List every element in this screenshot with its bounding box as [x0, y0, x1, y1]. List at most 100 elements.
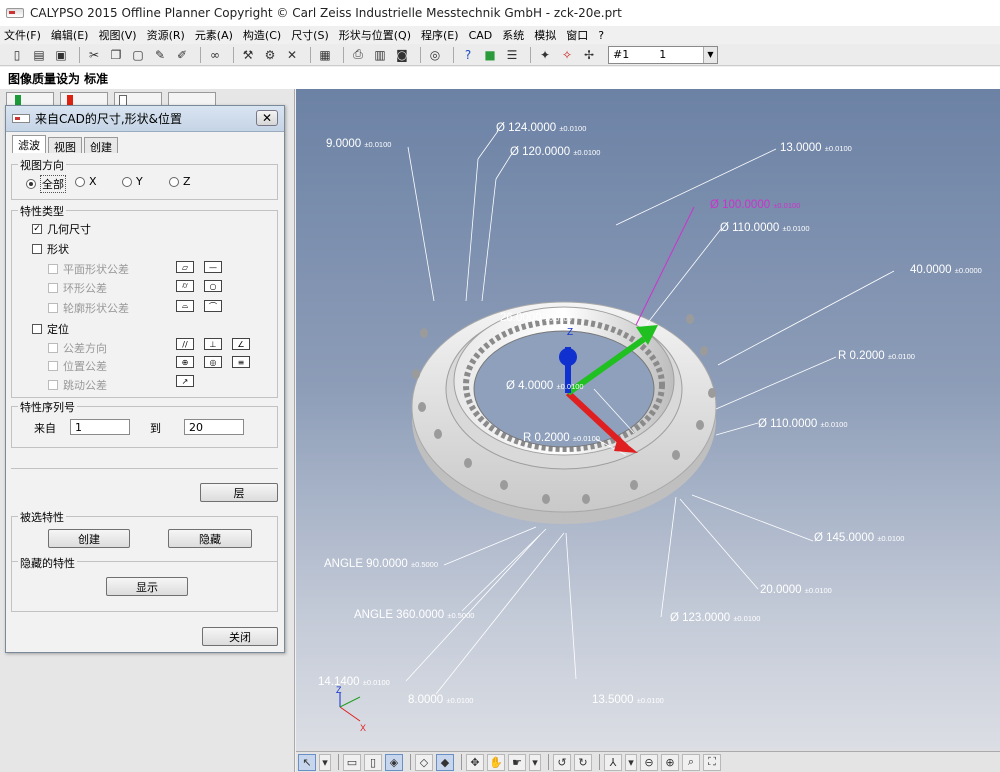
checkbox[interactable]	[48, 343, 58, 353]
radio-all[interactable]: 全部	[26, 175, 66, 193]
check-runout-tol[interactable]: 跳动公差	[48, 377, 107, 393]
checkbox[interactable]	[48, 283, 58, 293]
radio-x[interactable]: X	[75, 175, 97, 188]
help-icon[interactable]: ?	[459, 46, 477, 64]
zoom-fit-icon[interactable]: ⛶	[703, 753, 721, 771]
show-button[interactable]: 显示	[106, 577, 188, 596]
menu-cad[interactable]: CAD	[469, 29, 493, 42]
wrench-b-icon[interactable]: ⚙	[261, 46, 279, 64]
wrench-a-icon[interactable]: ⚒	[239, 46, 257, 64]
layer-button[interactable]: 层	[200, 483, 278, 502]
camera-icon[interactable]: ◙	[393, 46, 411, 64]
checkbox[interactable]	[32, 244, 42, 254]
checkbox[interactable]	[32, 324, 42, 334]
view-front-icon[interactable]: ▭	[343, 753, 361, 771]
chevron-down-icon[interactable]: ▾	[319, 753, 331, 771]
list-icon[interactable]: ☰	[503, 46, 521, 64]
menu-resources[interactable]: 资源(R)	[147, 27, 185, 43]
rotate-right-icon[interactable]: ↻	[574, 753, 592, 771]
menu-system[interactable]: 系统	[502, 27, 524, 43]
dim-label-0: 9.0000 ±0.0100	[326, 138, 391, 150]
check-shape[interactable]: 形状	[32, 241, 69, 257]
chevron-down-icon[interactable]: ▼	[703, 46, 717, 63]
menu-construct[interactable]: 构造(C)	[243, 27, 281, 43]
probe-select[interactable]: #1 1 ▼	[608, 45, 718, 64]
close-icon[interactable]: ✕	[256, 110, 278, 126]
check-flat-tol[interactable]: 平面形状公差	[48, 261, 129, 277]
close-button[interactable]: 关闭	[202, 627, 278, 646]
view-side-icon[interactable]: ▯	[364, 753, 382, 771]
view-iso-icon[interactable]: ◈	[385, 753, 403, 771]
from-input[interactable]: 1	[70, 419, 130, 435]
brush-icon[interactable]: ✎	[151, 46, 169, 64]
binoculars-icon[interactable]: ∞	[206, 46, 224, 64]
check-profile-tol[interactable]: 轮廓形状公差	[48, 300, 129, 316]
checkbox[interactable]	[48, 303, 58, 313]
dim-label-4-highlighted[interactable]: Ø 100.0000 ±0.0100	[710, 199, 800, 211]
copy-icon[interactable]: ❐	[107, 46, 125, 64]
new-file-icon[interactable]: ▯	[8, 46, 26, 64]
radio-y[interactable]: Y	[122, 175, 143, 188]
hide-button[interactable]: 隐藏	[168, 529, 252, 548]
menu-elements[interactable]: 元素(A)	[195, 27, 233, 43]
chevron-down-icon[interactable]: ▾	[529, 753, 541, 771]
save-icon[interactable]: ▣	[52, 46, 70, 64]
radio-z[interactable]: Z	[169, 175, 191, 188]
check-geometry[interactable]: ✓ 几何尺寸	[32, 221, 91, 237]
wireframe-icon[interactable]: ◇	[415, 753, 433, 771]
chevron-down-icon[interactable]: ▾	[625, 753, 637, 771]
menu-view[interactable]: 视图(V)	[98, 27, 136, 43]
print-icon[interactable]: ⎙	[349, 46, 367, 64]
tab-create[interactable]: 创建	[84, 137, 118, 154]
radio-button[interactable]	[26, 179, 36, 189]
sequence-group: 特性序列号 来自 1 到 20	[11, 399, 278, 448]
probe-a-icon[interactable]: ✦	[536, 46, 554, 64]
checkbox[interactable]: ✓	[32, 224, 42, 234]
trash-icon[interactable]: ▥	[371, 46, 389, 64]
checkbox[interactable]	[48, 264, 58, 274]
check-loc-tol[interactable]: 位置公差	[48, 358, 107, 374]
menu-size[interactable]: 尺寸(S)	[291, 27, 329, 43]
paste-icon[interactable]: ▢	[129, 46, 147, 64]
menu-form-position[interactable]: 形状与位置(Q)	[339, 27, 411, 43]
menu-simulate[interactable]: 模拟	[534, 27, 556, 43]
menu-file[interactable]: 文件(F)	[4, 27, 41, 43]
create-button[interactable]: 创建	[48, 529, 130, 548]
toolbar-separator	[410, 754, 411, 770]
menu-window[interactable]: 窗口	[566, 27, 588, 43]
scissors-icon[interactable]: ✂	[85, 46, 103, 64]
zoom-out-icon[interactable]: ⊖	[640, 753, 658, 771]
rotate-left-icon[interactable]: ↺	[553, 753, 571, 771]
hand-icon[interactable]: ✋	[487, 753, 505, 771]
to-input[interactable]: 20	[184, 419, 244, 435]
open-folder-icon[interactable]: ▤	[30, 46, 48, 64]
menu-program[interactable]: 程序(E)	[421, 27, 459, 43]
checkbox[interactable]	[48, 361, 58, 371]
rotate-hand-icon[interactable]: ☛	[508, 753, 526, 771]
checkbox[interactable]	[48, 380, 58, 390]
cad-viewport[interactable]: Z Z X 9.0000 ±0.0100 Ø 124.0000 ±0.0100 …	[296, 89, 1000, 751]
probe-c-icon[interactable]: ✢	[580, 46, 598, 64]
tab-filter[interactable]: 滤波	[12, 135, 46, 153]
radio-button[interactable]	[169, 176, 179, 187]
glue-icon[interactable]: ✐	[173, 46, 191, 64]
radio-button[interactable]	[122, 176, 132, 187]
speech-icon[interactable]: ◎	[426, 46, 444, 64]
pan-icon[interactable]: ✥	[466, 753, 484, 771]
probe-b-icon[interactable]: ✧	[558, 46, 576, 64]
menu-edit[interactable]: 编辑(E)	[51, 27, 89, 43]
clipboard-icon[interactable]: ▦	[316, 46, 334, 64]
zoom-in-icon[interactable]: ⊕	[661, 753, 679, 771]
check-ring-tol[interactable]: 环形公差	[48, 280, 107, 296]
solid-icon[interactable]: ◆	[436, 753, 454, 771]
zoom-icon[interactable]: ⌕	[682, 753, 700, 771]
menu-help[interactable]: ?	[598, 29, 604, 42]
axis-view-icon[interactable]: ⅄	[604, 753, 622, 771]
radio-button[interactable]	[75, 176, 85, 187]
tab-view[interactable]: 视图	[48, 137, 82, 154]
wrench-c-icon[interactable]: ✕	[283, 46, 301, 64]
cube-color-icon[interactable]: ■	[481, 46, 499, 64]
check-orient-tol[interactable]: 公差方向	[48, 340, 107, 356]
check-position[interactable]: 定位	[32, 321, 69, 337]
select-pointer-icon[interactable]: ↖	[298, 753, 316, 771]
